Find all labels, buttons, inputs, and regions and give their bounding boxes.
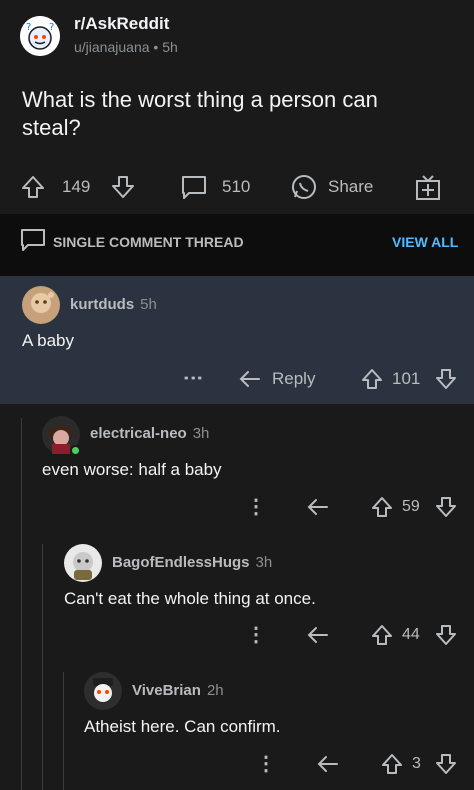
downvote-icon[interactable] (434, 752, 458, 776)
downvote-icon[interactable] (110, 174, 136, 200)
comment-author[interactable]: electrical-neo (90, 425, 187, 442)
comment-age: 2h (206, 682, 224, 699)
more-options-icon[interactable]: ⋮ (182, 368, 204, 388)
post-title: What is the worst thing a person can ste… (22, 87, 378, 140)
comment-age: 5h (140, 296, 157, 313)
more-options-icon[interactable]: ⋮ (256, 754, 276, 774)
comment-author[interactable]: kurtduds (70, 296, 134, 313)
vote-count: 3 (412, 755, 421, 772)
vote-count: 44 (402, 626, 420, 643)
upvote-icon[interactable] (360, 367, 384, 391)
svg-text:?: ? (26, 22, 31, 33)
post-author[interactable]: u/jianajuana (74, 39, 150, 55)
comment-body: A baby (22, 331, 74, 350)
comment-header: BagofEndlessHugs 3h (112, 554, 272, 572)
svg-text:?: ? (49, 22, 54, 33)
comment-body: Atheist here. Can confirm. (84, 717, 281, 736)
vote-count: 59 (402, 498, 420, 515)
reply-button[interactable]: Reply (272, 369, 315, 389)
comment-age: 3h (192, 425, 210, 442)
avatar[interactable] (84, 672, 122, 710)
post-action-bar: 149 510 Share (0, 168, 474, 208)
subreddit-avatar[interactable]: ? ? (20, 16, 60, 56)
comment-body: even worse: half a baby (42, 460, 222, 479)
thread-label: SINGLE COMMENT THREAD (53, 234, 244, 250)
avatar[interactable] (22, 286, 60, 324)
share-icon[interactable] (290, 173, 318, 201)
view-all-link[interactable]: VIEW ALL (392, 234, 458, 250)
comment-author[interactable]: ViveBrian (132, 682, 201, 699)
thread-line[interactable] (21, 418, 22, 790)
downvote-icon[interactable] (434, 367, 458, 391)
comment-header: kurtduds 5h (70, 296, 157, 314)
upvote-icon[interactable] (380, 752, 404, 776)
share-button[interactable]: Share (328, 177, 373, 197)
more-options-icon[interactable]: ⋮ (246, 497, 266, 517)
post-age: 5h (162, 39, 178, 55)
reply-icon[interactable] (306, 496, 330, 518)
thread-comment-icon (20, 228, 46, 252)
downvote-icon[interactable] (434, 495, 458, 519)
post-meta: u/jianajuana • 5h (74, 39, 178, 55)
comment-body: Can't eat the whole thing at once. (64, 589, 316, 608)
comment-icon[interactable] (180, 174, 208, 200)
vote-count: 101 (392, 369, 421, 388)
post-vote-count: 149 (62, 177, 91, 196)
comment-count[interactable]: 510 (222, 177, 250, 197)
upvote-icon[interactable] (20, 174, 46, 200)
thread-line[interactable] (42, 544, 43, 790)
reply-icon[interactable] (316, 753, 340, 775)
subreddit-name[interactable]: r/AskReddit (74, 14, 169, 34)
downvote-icon[interactable] (434, 623, 458, 647)
thread-line[interactable] (63, 672, 64, 790)
award-icon[interactable] (414, 172, 442, 202)
comment-header: ViveBrian 2h (132, 682, 224, 700)
comment-age: 3h (255, 554, 273, 571)
more-options-icon[interactable]: ⋮ (246, 625, 266, 645)
reply-icon[interactable] (306, 624, 330, 646)
reply-icon[interactable] (238, 368, 262, 390)
meta-separator: • (153, 39, 163, 55)
comment-author[interactable]: BagofEndlessHugs (112, 554, 250, 571)
comment-header: electrical-neo 3h (90, 425, 209, 443)
upvote-icon[interactable] (370, 623, 394, 647)
avatar[interactable] (64, 544, 102, 582)
online-status-dot (70, 445, 81, 456)
upvote-icon[interactable] (370, 495, 394, 519)
